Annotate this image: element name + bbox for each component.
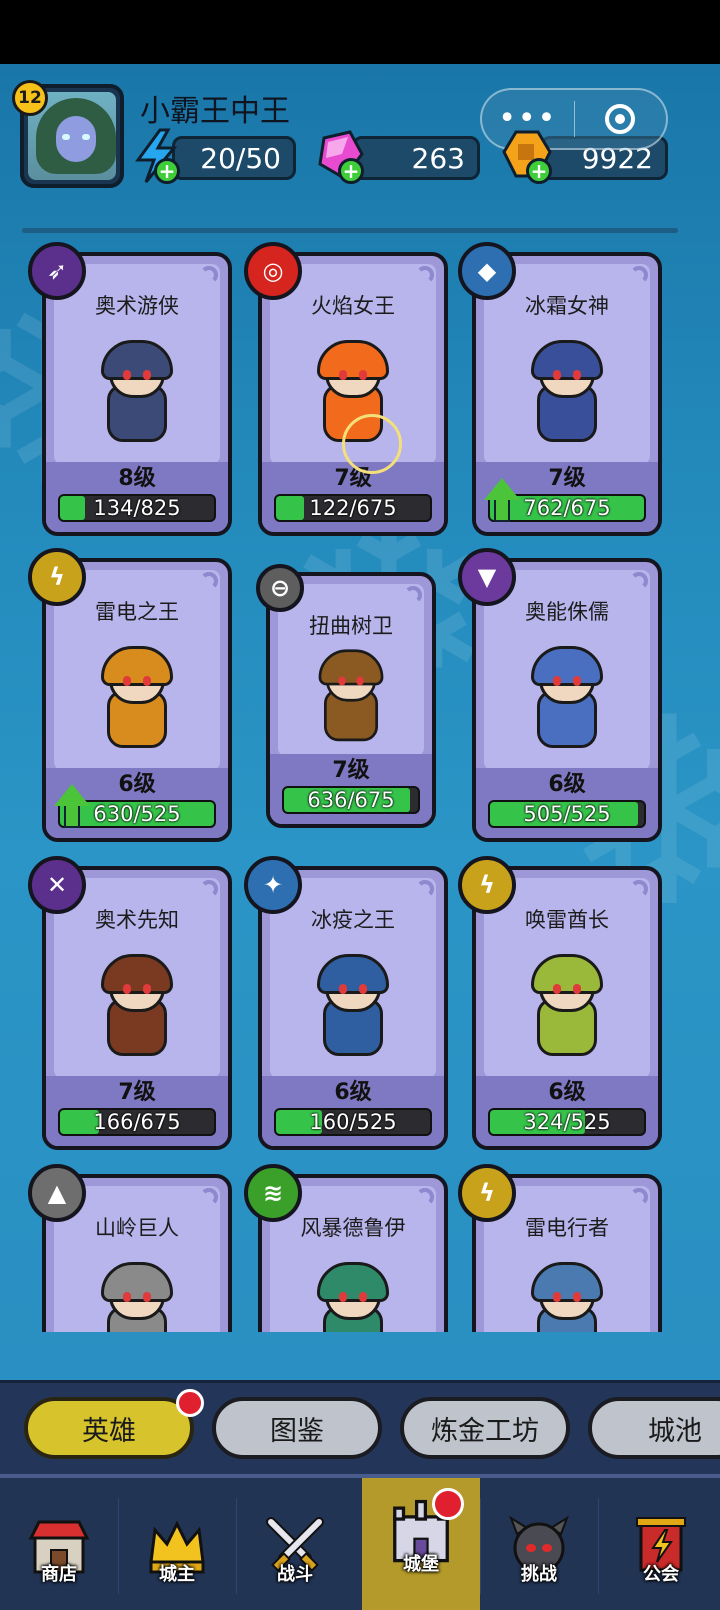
player-level-badge: 12 <box>12 80 48 116</box>
progress-text: 324/525 <box>523 1110 611 1134</box>
notification-dot <box>176 1389 204 1417</box>
hero-portrait <box>507 334 627 454</box>
thunder-icon: ϟ <box>458 856 516 914</box>
upgrade-arrow-icon <box>54 784 90 806</box>
progress-text: 160/525 <box>309 1110 397 1134</box>
add-coins-button[interactable]: + <box>526 158 552 184</box>
hero-level: 6级 <box>334 1080 372 1105</box>
nav-label: 城主 <box>159 1564 195 1585</box>
hero-shard-progress: 166/675 <box>58 1108 216 1136</box>
nav-lord[interactable]: 城主 <box>118 1478 236 1610</box>
hero-portrait <box>293 1256 413 1332</box>
hero-portrait <box>77 640 197 760</box>
nav-shop[interactable]: 商店 <box>0 1478 118 1610</box>
hero-level: 6级 <box>548 772 586 797</box>
lightning-icon: ϟ <box>28 548 86 606</box>
nav-label: 战斗 <box>277 1564 313 1585</box>
arcane-shield-icon: ▼ <box>458 548 516 606</box>
add-energy-button[interactable]: + <box>154 158 180 184</box>
player-name: 小霸王中王 <box>140 94 290 129</box>
tornado-icon: ≋ <box>244 1164 302 1222</box>
hero-shard-progress: 324/525 <box>488 1108 646 1136</box>
arcane-swords-icon: ✕ <box>28 856 86 914</box>
progress-text: 122/675 <box>309 496 397 520</box>
hero-level: 7级 <box>118 1080 156 1105</box>
ice-shards-icon: ✦ <box>244 856 302 914</box>
hero-level: 7级 <box>332 758 370 783</box>
nav-label: 挑战 <box>521 1564 557 1585</box>
tab-codex[interactable]: 图鉴 <box>212 1397 382 1459</box>
hero-portrait <box>507 640 627 760</box>
upgrade-arrow-icon <box>484 478 520 500</box>
header-divider <box>22 228 678 233</box>
notification-dot <box>432 1488 464 1520</box>
hero-portrait <box>297 644 405 752</box>
hero-portrait <box>293 948 413 1068</box>
hero-shard-progress: 122/675 <box>274 494 432 522</box>
add-gems-button[interactable]: + <box>338 158 364 184</box>
target-icon <box>605 104 636 134</box>
nav-battle[interactable]: 战斗 <box>236 1478 354 1610</box>
hero-portrait <box>77 948 197 1068</box>
tab-alchemy-workshop[interactable]: 炼金工坊 <box>400 1397 570 1459</box>
hero-card[interactable]: 扭曲树卫 7级 636/675 <box>266 572 436 828</box>
hero-portrait <box>507 948 627 1068</box>
hero-shard-progress: 134/825 <box>58 494 216 522</box>
fire-target-icon: ◎ <box>244 242 302 300</box>
tab-city[interactable]: 城池 <box>588 1397 720 1459</box>
nav-label: 商店 <box>41 1564 77 1585</box>
nav-label: 城堡 <box>403 1554 439 1575</box>
shield-icon: ⊖ <box>256 564 304 612</box>
nav-guild[interactable]: 公会 <box>602 1478 720 1610</box>
hero-shard-progress: 505/525 <box>488 800 646 828</box>
gem-counter: 263 <box>352 136 480 180</box>
thunder-bolt-icon: ϟ <box>458 1164 516 1222</box>
bottom-nav: 商店 城主 战斗 城堡 挑战 公会 <box>0 1474 720 1610</box>
hero-shard-progress: 636/675 <box>282 786 420 814</box>
arcane-arrows-icon: ➶ <box>28 242 86 300</box>
hero-portrait <box>77 1256 197 1332</box>
tab-heroes[interactable]: 英雄 <box>24 1397 194 1459</box>
sub-tab-bar: 英雄 图鉴 炼金工坊 城池 <box>0 1380 720 1474</box>
progress-text: 636/675 <box>307 788 395 812</box>
selection-ring <box>342 414 402 474</box>
close-miniprogram-button[interactable] <box>574 90 666 148</box>
hero-name: 扭曲树卫 <box>309 614 393 638</box>
rock-icon: ▲ <box>28 1164 86 1222</box>
hero-grid: 奥术游侠 8级 134/825 ➶ 火焰女王 7级 122/675 ◎ 冰霜女神 7级 762/67… <box>0 236 720 1332</box>
hero-portrait <box>77 334 197 454</box>
ice-crystal-icon: ◆ <box>458 242 516 300</box>
nav-label: 公会 <box>643 1564 679 1585</box>
progress-text: 505/525 <box>523 802 611 826</box>
progress-text: 166/675 <box>93 1110 181 1134</box>
energy-counter: 20/50 <box>172 136 296 180</box>
progress-text: 134/825 <box>93 496 181 520</box>
hero-portrait <box>507 1256 627 1332</box>
hero-level: 6级 <box>548 1080 586 1105</box>
hero-level: 8级 <box>118 466 156 491</box>
hero-shard-progress: 160/525 <box>274 1108 432 1136</box>
nav-challenge[interactable]: 挑战 <box>480 1478 598 1610</box>
status-bar <box>0 0 720 64</box>
